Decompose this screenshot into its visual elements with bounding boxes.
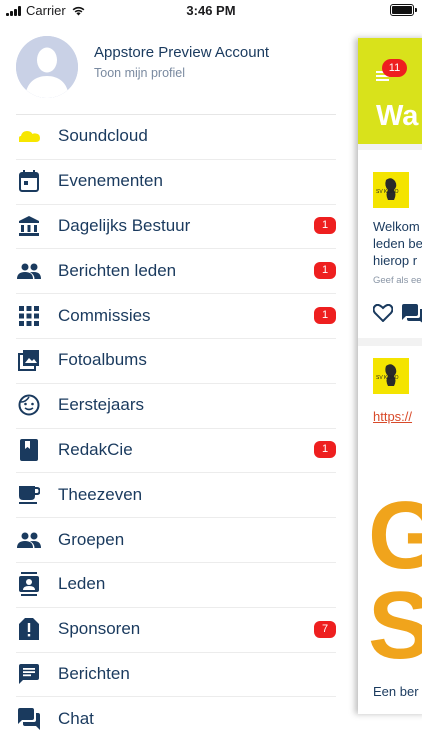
- menu-label: Soundcloud: [58, 126, 148, 146]
- menu-item-theezeven[interactable]: Theezeven: [0, 472, 358, 517]
- profile-header[interactable]: Appstore Preview Account Toon mijn profi…: [16, 36, 346, 114]
- institution-icon: [16, 213, 42, 239]
- menu-item-groepen[interactable]: Groepen: [0, 517, 358, 562]
- menu-label: Berichten: [58, 663, 130, 683]
- menu-label: RedakCie: [58, 439, 133, 459]
- menu-item-evenementen[interactable]: Evenementen: [0, 158, 358, 204]
- menu-item-fotoalbums[interactable]: Fotoalbums: [0, 337, 358, 383]
- sv-koko-logo: SV KOKO: [373, 172, 409, 208]
- post-text-line: Welkom: [373, 219, 420, 234]
- menu-label: Evenementen: [58, 171, 163, 191]
- profile-name: Appstore Preview Account: [94, 44, 270, 61]
- menu-item-leden[interactable]: Leden: [0, 561, 358, 607]
- menu-label: Fotoalbums: [58, 350, 147, 370]
- post-link[interactable]: https://: [373, 409, 412, 424]
- calendar-icon: [16, 168, 42, 194]
- notification-badge: 11: [382, 59, 407, 77]
- page-title: Wa: [376, 100, 419, 132]
- menu-item-eerstejaars[interactable]: Eerstejaars: [0, 382, 358, 428]
- status-bar: Carrier 3:46 PM: [0, 0, 422, 22]
- menu-label: Theezeven: [58, 484, 143, 504]
- notification-badge: 1: [314, 262, 336, 280]
- alert-icon: [16, 616, 42, 642]
- grid-icon: [16, 303, 42, 329]
- comment-icon[interactable]: [402, 304, 422, 324]
- contacts-icon: [16, 571, 42, 597]
- notification-badge: 7: [314, 620, 336, 638]
- menu-item-sponsoren[interactable]: Sponsoren 7: [0, 606, 358, 652]
- people-icon: [16, 258, 42, 284]
- menu-list: Soundcloud Evenementen Dagelijks Bestuur…: [0, 114, 358, 741]
- message-icon: [16, 661, 42, 687]
- menu-item-dagelijks-bestuur[interactable]: Dagelijks Bestuur 1: [0, 203, 358, 249]
- navigation-drawer: Appstore Preview Account Toon mijn profi…: [0, 22, 358, 750]
- panel-header: 11 Wa: [358, 38, 422, 144]
- battery-icon: [390, 4, 417, 16]
- menu-item-redakcie[interactable]: RedakCie 1: [0, 427, 358, 473]
- chat-icon: [16, 706, 42, 732]
- group-icon: [16, 527, 42, 553]
- post-image-letter: S: [368, 572, 422, 679]
- menu-label: Berichten leden: [58, 260, 177, 280]
- book-icon: [16, 437, 42, 463]
- menu-item-soundcloud[interactable]: Soundcloud: [0, 114, 358, 159]
- menu-item-commissies[interactable]: Commissies 1: [0, 293, 358, 338]
- notification-badge: 1: [314, 217, 336, 235]
- notification-badge: 1: [314, 441, 336, 459]
- heart-icon[interactable]: [373, 304, 393, 322]
- post-meta: Geef als ee: [373, 275, 422, 286]
- post-card[interactable]: SV KOKO https:// G S Een ber: [358, 346, 422, 714]
- menu-label: Leden: [58, 574, 106, 594]
- menu-label: Eerstejaars: [58, 395, 144, 415]
- menu-label: Sponsoren: [58, 619, 141, 639]
- avatar[interactable]: [16, 36, 78, 98]
- menu-item-berichten[interactable]: Berichten: [0, 651, 358, 697]
- show-profile-link[interactable]: Toon mijn profiel: [94, 66, 269, 80]
- post-text-line: hierop r: [373, 253, 418, 268]
- menu-label: Chat: [58, 708, 94, 728]
- photo-album-icon: [16, 347, 42, 373]
- logo-text: SV KOKO: [376, 189, 399, 195]
- status-time: 3:46 PM: [186, 3, 236, 18]
- cup-icon: [16, 482, 42, 508]
- face-icon: [16, 392, 42, 418]
- post-image-letter: G: [368, 482, 422, 589]
- logo-text: SV KOKO: [376, 375, 399, 381]
- menu-label: Dagelijks Bestuur: [58, 215, 191, 235]
- post-caption: Een ber: [373, 684, 419, 699]
- notification-badge: 1: [314, 307, 336, 325]
- person-placeholder-icon: [16, 36, 78, 98]
- post-card[interactable]: SV KOKO Welkom leden be hierop r Geef al…: [358, 150, 422, 338]
- menu-item-berichten-leden[interactable]: Berichten leden 1: [0, 248, 358, 293]
- post-text-line: leden be: [373, 236, 422, 251]
- menu-label: Commissies: [58, 305, 151, 325]
- menu-item-chat[interactable]: Chat: [0, 696, 358, 741]
- menu-label: Groepen: [58, 529, 125, 549]
- soundcloud-icon: [16, 123, 42, 149]
- sv-koko-logo: SV KOKO: [373, 358, 409, 394]
- main-content-panel[interactable]: 11 Wa SV KOKO Welkom leden be hierop r G…: [358, 38, 422, 714]
